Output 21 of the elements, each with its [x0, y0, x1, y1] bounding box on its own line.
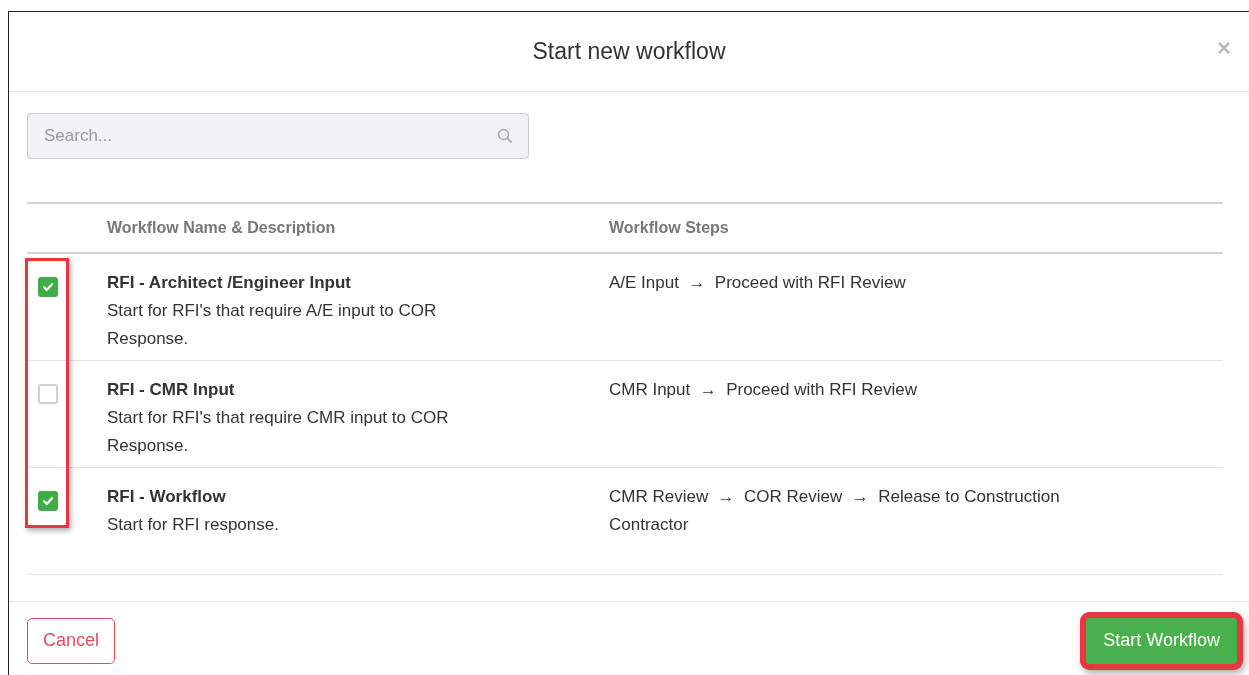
workflow-description: Start for RFI's that require A/E input to COR Response. [107, 300, 438, 350]
search-field[interactable]: Search... [27, 113, 529, 159]
workflow-description: Start for RFI response. [107, 514, 280, 536]
dialog-title: Start new workflow [532, 38, 726, 65]
workflow-name: RFI - Architect /Engineer Input [107, 272, 352, 294]
checkmark-icon [41, 494, 55, 508]
column-header: Workflow Steps [609, 219, 730, 237]
close-button[interactable]: × [1213, 34, 1235, 62]
search-icon [497, 128, 513, 144]
checkbox[interactable] [38, 277, 58, 297]
checkbox[interactable] [38, 384, 58, 404]
workflow-steps: CMR Review → COR Review → Release to Construction Contractor [609, 483, 1139, 539]
workflow-description: Start for RFI's that require CMR input to COR Response. [107, 407, 450, 457]
workflow-name: RFI - Workflow [107, 486, 227, 508]
checkbox[interactable] [38, 491, 58, 511]
workflow-steps: CMR Input → Proceed with RFI Review [609, 376, 1139, 404]
workflow-steps: A/E Input → Proceed with RFI Review [609, 269, 1139, 297]
checkmark-icon [41, 280, 55, 294]
workflow-name: RFI - CMR Input [107, 379, 236, 401]
cancel-button[interactable]: Cancel [27, 617, 116, 664]
column-header: Workflow Name & Description [107, 219, 337, 237]
